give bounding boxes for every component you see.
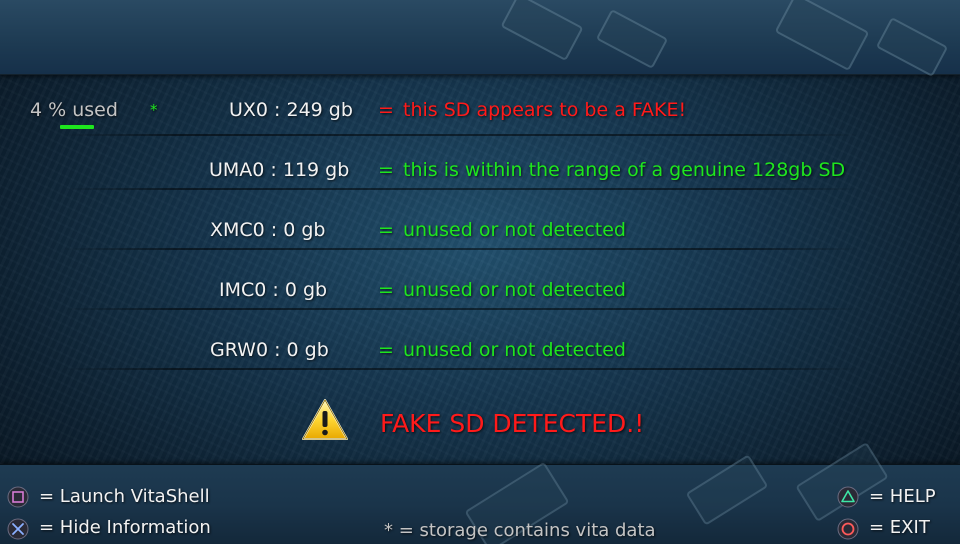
- partition-status-message: this SD appears to be a FAKE!: [403, 99, 687, 121]
- launch-vitashell-label[interactable]: = Launch VitaShell: [39, 486, 210, 508]
- partition-equals: =: [378, 339, 394, 361]
- triangle-button-icon[interactable]: [837, 486, 859, 508]
- vita-data-marker: *: [150, 101, 158, 119]
- partition-status-message: unused or not detected: [403, 219, 626, 241]
- decor-card: [685, 454, 769, 526]
- row-divider: [60, 248, 860, 250]
- decor-card: [595, 8, 669, 70]
- row-divider: [60, 368, 860, 370]
- row-divider: [60, 188, 860, 190]
- usage-bar: [60, 125, 94, 129]
- partition-equals: =: [378, 159, 394, 181]
- usage-label: 4 % used: [30, 99, 118, 121]
- hide-information-label[interactable]: = Hide Information: [39, 517, 211, 539]
- decor-card: [875, 16, 949, 78]
- partition-name: UMA0 : 119 gb: [209, 159, 350, 181]
- partition-status-message: this is within the range of a genuine 12…: [403, 159, 846, 181]
- partition-name: XMC0 : 0 gb: [210, 219, 326, 241]
- vita-data-note: * = storage contains vita data: [384, 520, 656, 541]
- fake-sd-alert: FAKE SD DETECTED.!: [380, 409, 645, 438]
- warning-triangle-icon: [302, 399, 348, 440]
- partition-name: IMC0 : 0 gb: [219, 279, 328, 301]
- help-label[interactable]: = HELP: [869, 486, 936, 508]
- partition-equals: =: [378, 219, 394, 241]
- circle-button-icon[interactable]: [837, 518, 859, 540]
- partition-name: GRW0 : 0 gb: [210, 339, 329, 361]
- background-texture: [0, 0, 960, 544]
- decor-card: [774, 0, 870, 72]
- partition-equals: =: [378, 99, 394, 121]
- partition-status-message: unused or not detected: [403, 279, 626, 301]
- top-banner: [0, 0, 960, 78]
- exit-label[interactable]: = EXIT: [869, 517, 930, 539]
- decor-card: [500, 0, 584, 62]
- storage-info-screen: 4 % used * UX0 : 249 gb = this SD appear…: [0, 0, 960, 544]
- cross-button-icon[interactable]: [7, 518, 29, 540]
- decor-card: [795, 441, 889, 523]
- partition-name: UX0 : 249 gb: [229, 99, 353, 121]
- partition-status-message: unused or not detected: [403, 339, 626, 361]
- partition-equals: =: [378, 279, 394, 301]
- row-divider: [60, 134, 860, 136]
- row-divider: [60, 308, 860, 310]
- square-button-icon[interactable]: [7, 486, 29, 508]
